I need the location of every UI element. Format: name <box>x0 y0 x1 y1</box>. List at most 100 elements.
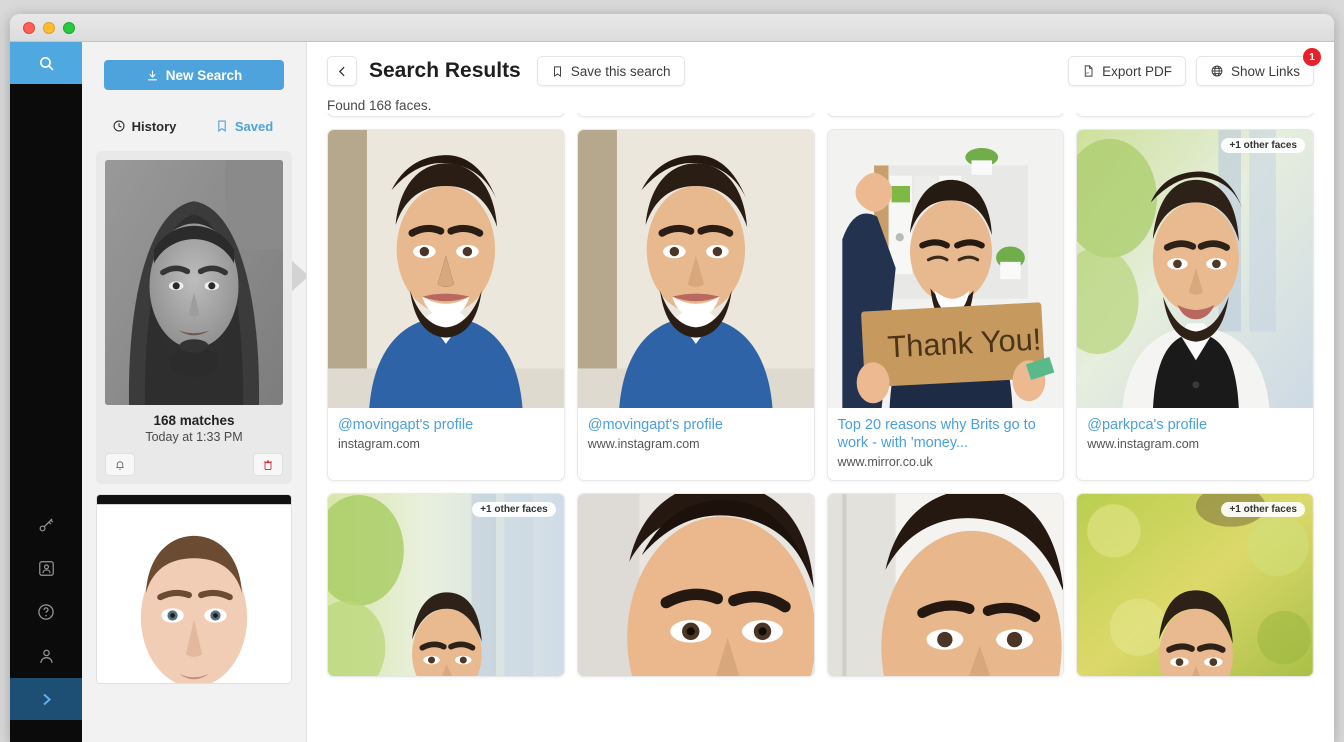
result-card[interactable] <box>576 113 815 117</box>
result-card[interactable]: @movingapt's profile instagram.com <box>327 129 565 482</box>
result-card[interactable]: +1 other faces @parkpca's profile www.in… <box>1076 129 1314 482</box>
question-circle-icon <box>38 604 54 620</box>
rail-item-tools[interactable] <box>10 502 82 546</box>
rail-item-search[interactable] <box>10 42 82 84</box>
file-pdf-icon: P <box>1084 65 1093 77</box>
clock-icon <box>113 120 125 132</box>
save-search-button[interactable]: Save this search <box>536 56 685 86</box>
bell-icon <box>116 460 124 470</box>
save-search-label: Save this search <box>570 63 671 79</box>
result-image: +1 other faces <box>1077 130 1313 408</box>
new-search-wrap: New Search <box>82 42 306 90</box>
tab-history-label: History <box>131 118 177 134</box>
result-title[interactable]: @movingapt's profile <box>588 416 804 434</box>
rail-item-image-person[interactable] <box>10 546 82 590</box>
other-faces-badge: +1 other faces <box>472 502 556 518</box>
result-card[interactable]: Thank You! Top 20 reasons why Brits go t… <box>826 129 1065 482</box>
result-url: www.instagram.com <box>1087 437 1200 452</box>
mugshot-photo <box>105 160 283 405</box>
result-title[interactable]: @parkpca's profile <box>1087 416 1303 434</box>
export-pdf-button[interactable]: P Export PDF <box>1068 56 1186 86</box>
result-title[interactable]: Top 20 reasons why Brits go to work - wi… <box>838 416 1054 452</box>
image-person-icon <box>38 560 54 576</box>
history-matches-count: 168 matches <box>153 413 235 428</box>
app-window: New Search History Saved 168 matches Tod… <box>10 14 1334 742</box>
result-card[interactable]: +1 other faces <box>1076 493 1314 678</box>
page-title: Search Results <box>369 59 521 82</box>
results-grid-container[interactable]: @movingapt's profile instagram.com @movi… <box>307 113 1334 742</box>
result-card[interactable] <box>576 493 815 678</box>
result-card[interactable] <box>826 113 1065 117</box>
selected-indicator-arrow <box>292 261 306 291</box>
result-card[interactable] <box>327 113 565 117</box>
close-window-button[interactable] <box>23 21 35 34</box>
result-title[interactable]: @movingapt's profile <box>338 416 554 434</box>
new-search-label: New Search <box>165 67 243 83</box>
result-url: instagram.com <box>338 437 420 452</box>
result-image: Thank You! <box>827 130 1064 408</box>
tab-saved[interactable]: Saved <box>196 111 292 141</box>
results-row-previous <box>327 113 1314 117</box>
header-row: Search Results Save this search P Export… <box>327 48 1321 86</box>
result-image <box>827 494 1064 677</box>
globe-icon <box>1211 65 1223 77</box>
window-titlebar <box>10 14 1334 42</box>
maximize-window-button[interactable] <box>63 21 75 34</box>
history-notify-button[interactable] <box>105 453 135 476</box>
result-url: www.instagram.com <box>587 437 700 452</box>
result-image: +1 other faces <box>328 494 564 677</box>
history-thumbnail <box>105 160 283 405</box>
tab-history[interactable]: History <box>96 111 192 141</box>
sidebar-tabs: History Saved <box>82 111 306 141</box>
history-actions <box>105 453 283 476</box>
man-blue-polo-photo <box>577 130 814 408</box>
new-search-button[interactable]: New Search <box>104 60 284 90</box>
man-black-vest-photo <box>1077 130 1313 408</box>
result-card[interactable]: +1 other faces <box>327 493 565 678</box>
result-meta: @movingapt's profile www.instagram.com <box>578 408 814 462</box>
rail-item-expand[interactable] <box>10 678 82 720</box>
minimize-window-button[interactable] <box>43 21 55 34</box>
notification-badge: 1 <box>1303 48 1321 66</box>
result-image: +1 other faces <box>1077 494 1313 677</box>
search-icon <box>39 56 53 70</box>
result-image <box>328 130 564 408</box>
chevron-right-icon <box>42 693 51 705</box>
result-image <box>577 494 814 677</box>
trash-icon <box>264 460 272 470</box>
result-meta: Top 20 reasons why Brits go to work - wi… <box>828 408 1064 480</box>
header-actions: P Export PDF Show Links 1 <box>1068 48 1321 86</box>
chevron-left-icon <box>338 66 345 76</box>
bookmark-icon <box>553 65 561 77</box>
history-delete-button[interactable] <box>253 453 283 476</box>
man-blue-polo-photo <box>328 130 564 408</box>
man-closeup-face-photo <box>577 494 814 677</box>
rail-item-account[interactable] <box>10 634 82 678</box>
result-card[interactable] <box>826 493 1065 678</box>
show-links-button[interactable]: Show Links <box>1195 56 1314 86</box>
result-card[interactable] <box>1076 113 1314 117</box>
history-list: 168 matches Today at 1:33 PM <box>82 141 306 742</box>
back-button[interactable] <box>327 56 357 86</box>
tab-saved-label: Saved <box>234 118 274 134</box>
found-faces-text: Found 168 faces. <box>327 98 432 113</box>
show-links-label: Show Links <box>1230 63 1300 79</box>
other-faces-badge: +1 other faces <box>1221 138 1305 153</box>
man-indoor-closeup-photo <box>827 494 1064 677</box>
result-meta: @parkpca's profile www.instagram.com <box>1077 408 1313 462</box>
man-thank-you-sign-photo: Thank You! <box>827 130 1064 408</box>
svg-text:P: P <box>1087 71 1090 75</box>
history-item[interactable]: 168 matches Today at 1:33 PM <box>96 151 306 484</box>
history-sidebar: New Search History Saved 168 matches Tod… <box>82 42 307 742</box>
results-row-2: +1 other faces +1 other faces <box>327 493 1314 678</box>
result-card[interactable]: @movingapt's profile www.instagram.com <box>576 129 815 482</box>
bookmark-icon <box>218 120 226 133</box>
history-timestamp: Today at 1:33 PM <box>145 430 243 444</box>
history-item[interactable] <box>96 494 292 684</box>
rail-item-help[interactable] <box>10 590 82 634</box>
results-header: Search Results Save this search P Export… <box>307 42 1334 113</box>
man-autumn-foliage-photo <box>1077 494 1313 677</box>
export-pdf-label: Export PDF <box>1102 63 1172 79</box>
upload-icon <box>147 70 157 80</box>
history-thumbnail <box>96 494 292 684</box>
